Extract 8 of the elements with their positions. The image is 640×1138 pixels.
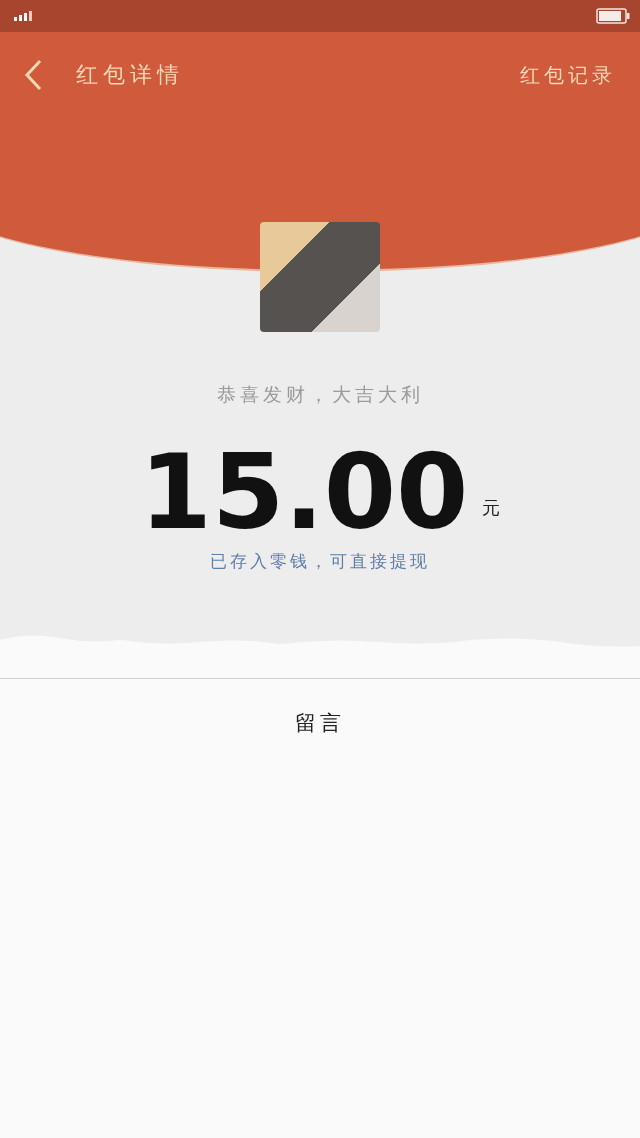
records-link[interactable]: 红包记录	[520, 61, 616, 89]
battery-icon	[596, 8, 630, 24]
amount-text: 15.00	[139, 440, 469, 544]
greeting-text: 恭喜发财，大吉大利	[216, 382, 424, 407]
currency-unit: 元	[482, 496, 501, 520]
messages-heading: 留言	[295, 710, 345, 737]
wallet-note-link[interactable]: 已存入零钱，可直接提现	[210, 550, 430, 573]
page-title: 红包详情	[76, 61, 184, 89]
